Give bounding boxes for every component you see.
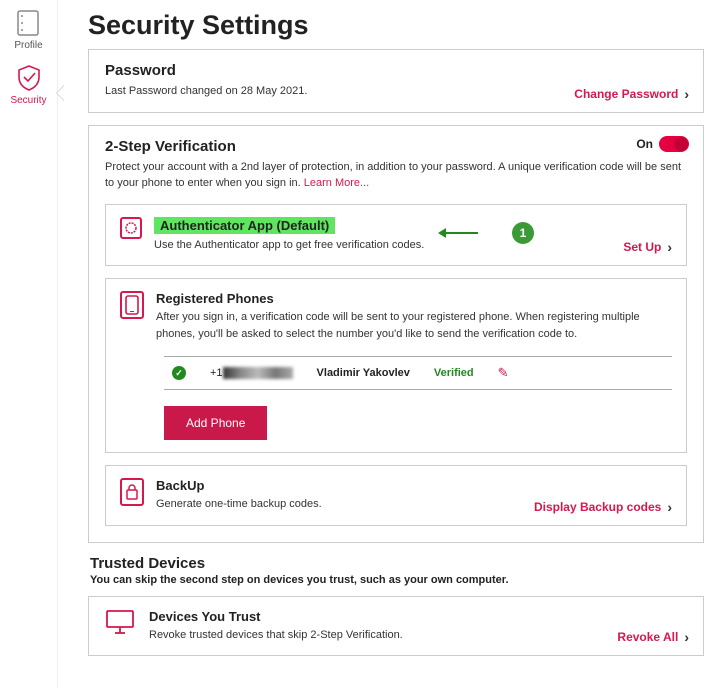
twostep-toggle[interactable] — [659, 136, 689, 152]
chevron-right-icon: › — [684, 629, 689, 645]
phones-card: Registered Phones After you sign in, a v… — [105, 278, 687, 453]
nav-label: Security — [10, 95, 46, 106]
trusted-card: Devices You Trust Revoke trusted devices… — [88, 596, 704, 657]
learn-more-link[interactable]: Learn More... — [304, 177, 369, 189]
profile-icon — [17, 10, 39, 36]
backup-card: BackUp Generate one-time backup codes. D… — [105, 465, 687, 526]
authenticator-subtitle: Use the Authenticator app to get free ve… — [154, 237, 672, 254]
nav-active-indicator — [57, 85, 65, 101]
chevron-right-icon: › — [684, 86, 689, 102]
backup-title: BackUp — [156, 478, 204, 493]
verified-check-icon: ✓ — [172, 366, 186, 380]
shield-icon — [17, 65, 41, 91]
redacted-number — [223, 367, 293, 379]
revoke-all-link[interactable]: Revoke All › — [617, 629, 689, 645]
authenticator-title: Authenticator App (Default) — [154, 217, 335, 234]
add-phone-button[interactable]: Add Phone — [164, 406, 267, 440]
description-text: Protect your account with a 2nd layer of… — [105, 161, 681, 190]
authenticator-card: 1 Authenticator App (Default) Use the Au… — [105, 204, 687, 267]
phone-prefix: +1 — [210, 367, 223, 379]
display-backup-codes-link[interactable]: Display Backup codes › — [534, 499, 672, 515]
monitor-icon — [105, 609, 135, 635]
nav-security[interactable]: Security — [10, 65, 46, 106]
card-subtitle: Protect your account with a 2nd layer of… — [105, 159, 687, 192]
main-content: Security Settings Password Last Password… — [58, 0, 722, 688]
trusted-title: Devices You Trust — [149, 609, 261, 624]
toggle-label: On — [636, 137, 653, 151]
annotation-badge: 1 — [512, 222, 534, 244]
trusted-subtitle: Revoke trusted devices that skip 2-Step … — [149, 627, 687, 644]
page-title: Security Settings — [88, 10, 704, 41]
phone-owner: Vladimir Yakovlev — [317, 367, 410, 379]
change-password-link[interactable]: Change Password › — [574, 86, 689, 102]
action-label: Display Backup codes — [534, 500, 661, 514]
chevron-right-icon: › — [667, 239, 672, 255]
action-label: Change Password — [574, 87, 678, 101]
phones-title: Registered Phones — [156, 291, 274, 306]
card-title: 2-Step Verification — [105, 138, 687, 155]
nav-label: Profile — [14, 40, 42, 51]
chevron-right-icon: › — [667, 499, 672, 515]
nav-profile[interactable]: Profile — [14, 10, 42, 51]
action-label: Revoke All — [617, 630, 678, 644]
phone-number: +1 — [210, 367, 293, 379]
action-label: Set Up — [623, 240, 661, 254]
setup-authenticator-link[interactable]: Set Up › — [623, 239, 672, 255]
edit-phone-icon[interactable]: ✎ — [498, 365, 509, 381]
annotation-1: 1 — [476, 222, 534, 244]
card-title: Password — [105, 62, 687, 79]
twostep-card: 2-Step Verification On Protect your acco… — [88, 125, 704, 543]
phones-subtitle: After you sign in, a verification code w… — [156, 309, 672, 342]
side-nav: Profile Security — [0, 0, 58, 688]
phone-entry-row: ✓ +1 Vladimir Yakovlev Verified ✎ — [164, 356, 672, 390]
password-card: Password Last Password changed on 28 May… — [88, 49, 704, 113]
phone-status: Verified — [434, 367, 474, 379]
phone-icon — [120, 291, 144, 319]
authenticator-icon — [120, 217, 142, 239]
trusted-heading: Trusted Devices — [90, 555, 704, 572]
lock-icon — [120, 478, 144, 506]
trusted-subheading: You can skip the second step on devices … — [90, 574, 704, 586]
